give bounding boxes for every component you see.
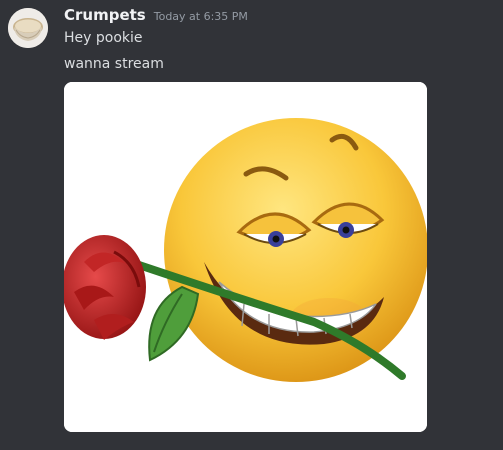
smirking-emoji-with-rose-icon [64, 82, 427, 432]
timestamp: Today at 6:35 PM [153, 10, 248, 23]
message-text-line: Hey pookie [64, 30, 143, 46]
bread-bowl-avatar-icon [8, 8, 48, 48]
message-header: Crumpets Today at 6:35 PM [64, 6, 248, 28]
username[interactable]: Crumpets [64, 6, 146, 24]
image-attachment[interactable] [64, 82, 427, 432]
message-text-line: wanna stream [64, 56, 164, 72]
avatar[interactable] [8, 8, 48, 48]
chat-message: Crumpets Today at 6:35 PM Hey pookie wan… [0, 0, 503, 450]
